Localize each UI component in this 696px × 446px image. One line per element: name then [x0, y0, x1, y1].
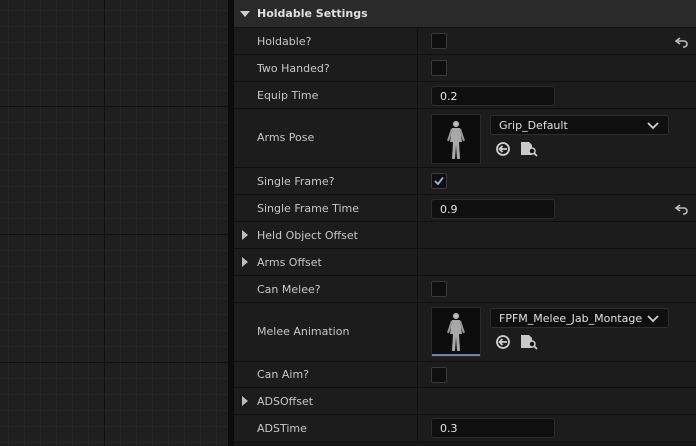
mannequin-icon	[447, 313, 465, 351]
melee-animation-thumbnail[interactable]	[431, 307, 481, 357]
graph-canvas-background[interactable]	[0, 0, 234, 446]
animation-asset-color-bar	[432, 354, 480, 356]
checkbox-two-handed[interactable]	[431, 60, 447, 76]
row-ads-offset[interactable]: ADSOffset	[234, 388, 696, 415]
label-melee-animation: Melee Animation	[257, 325, 350, 338]
row-arms-pose: Arms Pose Grip_Default	[234, 109, 696, 168]
single-frame-time-input[interactable]: 0.9	[431, 199, 555, 219]
details-panel: Holdable Settings Holdable? Two Handed? …	[234, 0, 696, 446]
row-can-melee: Can Melee?	[234, 276, 696, 303]
single-frame-time-value: 0.9	[440, 203, 458, 216]
browse-asset-icon[interactable]	[520, 334, 538, 350]
melee-animation-asset-value: FPFM_Melee_Jab_Montage	[499, 312, 643, 325]
arms-pose-thumbnail[interactable]	[431, 114, 481, 164]
row-single-frame: Single Frame?	[234, 168, 696, 195]
browse-asset-icon[interactable]	[520, 141, 538, 157]
row-held-object-offset[interactable]: Held Object Offset	[234, 222, 696, 249]
label-ads-offset: ADSOffset	[257, 395, 314, 408]
equip-time-value: 0.2	[440, 90, 458, 103]
row-arms-offset[interactable]: Arms Offset	[234, 249, 696, 276]
label-equip-time: Equip Time	[257, 89, 319, 102]
row-two-handed: Two Handed?	[234, 55, 696, 82]
label-ads-time: ADSTime	[257, 422, 307, 435]
use-selected-asset-icon[interactable]	[495, 334, 511, 350]
row-melee-animation: Melee Animation FPFM_Melee_Jab_Montage	[234, 303, 696, 362]
ads-time-input[interactable]: 0.3	[431, 418, 555, 438]
row-can-aim: Can Aim?	[234, 362, 696, 388]
label-can-melee: Can Melee?	[257, 283, 321, 296]
checkbox-holdable[interactable]	[431, 33, 447, 49]
chevron-down-icon	[647, 122, 659, 130]
row-ads-time: ADSTime 0.3	[234, 415, 696, 442]
label-single-frame: Single Frame?	[257, 175, 335, 188]
chevron-down-icon	[647, 315, 659, 323]
label-can-aim: Can Aim?	[257, 368, 310, 381]
label-two-handed: Two Handed?	[257, 62, 330, 75]
label-arms-offset: Arms Offset	[257, 256, 322, 269]
expand-arrow-icon[interactable]	[242, 257, 248, 267]
section-header-holdable-settings[interactable]: Holdable Settings	[234, 0, 696, 28]
reset-to-default-icon[interactable]	[675, 36, 689, 48]
expand-arrow-icon[interactable]	[242, 396, 248, 406]
checkbox-single-frame[interactable]	[431, 173, 447, 189]
equip-time-input[interactable]: 0.2	[431, 86, 555, 106]
label-arms-pose: Arms Pose	[257, 131, 315, 144]
label-held-object-offset: Held Object Offset	[257, 229, 358, 242]
section-title: Holdable Settings	[257, 7, 368, 20]
arms-pose-asset-dropdown[interactable]: Grip_Default	[490, 115, 669, 135]
checkbox-can-melee[interactable]	[431, 281, 447, 297]
checkbox-can-aim[interactable]	[431, 367, 447, 383]
ads-time-value: 0.3	[440, 422, 458, 435]
mannequin-icon	[447, 121, 465, 159]
row-holdable: Holdable?	[234, 28, 696, 55]
reset-to-default-icon[interactable]	[675, 203, 689, 215]
label-holdable: Holdable?	[257, 35, 312, 48]
row-single-frame-time: Single Frame Time 0.9	[234, 195, 696, 222]
expand-arrow-icon[interactable]	[242, 230, 248, 240]
arms-pose-asset-value: Grip_Default	[499, 119, 568, 132]
checkmark-icon	[434, 176, 444, 186]
use-selected-asset-icon[interactable]	[495, 141, 511, 157]
collapse-arrow-icon[interactable]	[240, 11, 250, 17]
label-single-frame-time: Single Frame Time	[257, 202, 360, 215]
melee-animation-asset-dropdown[interactable]: FPFM_Melee_Jab_Montage	[490, 308, 669, 328]
row-equip-time: Equip Time 0.2	[234, 82, 696, 109]
